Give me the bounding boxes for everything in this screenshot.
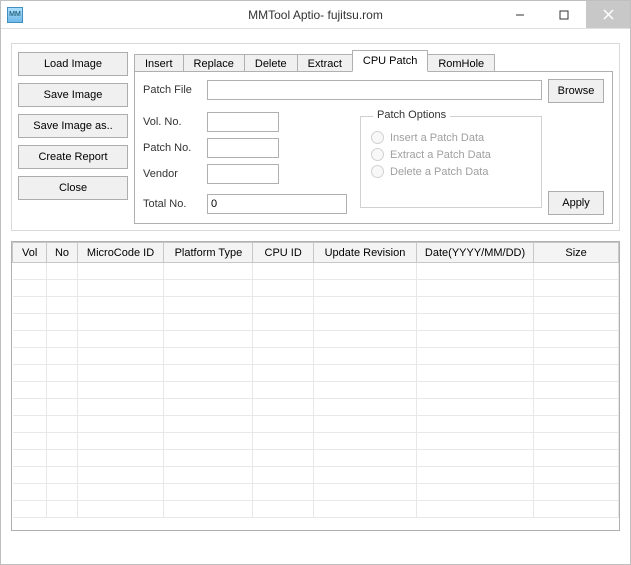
col-cpu-id[interactable]: CPU ID — [253, 243, 314, 263]
vol-no-row: Vol. No. — [143, 112, 279, 132]
vendor-input[interactable] — [207, 164, 279, 184]
table-row[interactable] — [13, 382, 619, 399]
table-header-row: Vol No MicroCode ID Platform Type CPU ID… — [13, 243, 619, 263]
total-no-label: Total No. — [143, 198, 207, 210]
table-row[interactable] — [13, 399, 619, 416]
radio-insert-patch[interactable]: Insert a Patch Data — [371, 131, 531, 144]
radio-delete-label: Delete a Patch Data — [390, 166, 488, 178]
table-row[interactable] — [13, 450, 619, 467]
titlebar: MM MMTool Aptio- fujitsu.rom — [1, 1, 630, 29]
radio-extract-patch[interactable]: Extract a Patch Data — [371, 148, 531, 161]
client-area: Load Image Save Image Save Image as.. Cr… — [1, 29, 630, 541]
patch-no-label: Patch No. — [143, 142, 207, 154]
table-row[interactable] — [13, 365, 619, 382]
save-image-button[interactable]: Save Image — [18, 83, 128, 107]
vol-no-label: Vol. No. — [143, 116, 207, 128]
table-row[interactable] — [13, 331, 619, 348]
table-row[interactable] — [13, 297, 619, 314]
radio-delete-input[interactable] — [371, 165, 384, 178]
patch-file-row: Patch File — [143, 80, 542, 100]
radio-extract-label: Extract a Patch Data — [390, 149, 491, 161]
app-icon: MM — [7, 7, 23, 23]
table-row[interactable] — [13, 467, 619, 484]
close-window-button[interactable] — [586, 1, 630, 28]
patch-options-legend: Patch Options — [373, 109, 450, 121]
close-button[interactable]: Close — [18, 176, 128, 200]
patch-no-row: Patch No. — [143, 138, 279, 158]
table-row[interactable] — [13, 314, 619, 331]
col-microcode-id[interactable]: MicroCode ID — [77, 243, 164, 263]
tab-cpu-patch[interactable]: CPU Patch — [352, 50, 428, 72]
cpu-patch-panel: Patch File Browse Vol. No. Patch No. Ven… — [134, 71, 613, 224]
top-panel: Load Image Save Image Save Image as.. Cr… — [11, 43, 620, 231]
radio-extract-input[interactable] — [371, 148, 384, 161]
col-platform-type[interactable]: Platform Type — [164, 243, 253, 263]
table-row[interactable] — [13, 501, 619, 518]
table-row[interactable] — [13, 263, 619, 280]
radio-insert-input[interactable] — [371, 131, 384, 144]
create-report-button[interactable]: Create Report — [18, 145, 128, 169]
col-no[interactable]: No — [47, 243, 77, 263]
patch-no-input[interactable] — [207, 138, 279, 158]
maximize-button[interactable] — [542, 1, 586, 28]
patch-options-group: Patch Options Insert a Patch Data Extrac… — [360, 116, 542, 208]
total-no-input[interactable] — [207, 194, 347, 214]
table-row[interactable] — [13, 433, 619, 450]
apply-button[interactable]: Apply — [548, 191, 604, 215]
col-size[interactable]: Size — [534, 243, 619, 263]
side-buttons: Load Image Save Image Save Image as.. Cr… — [18, 52, 128, 200]
col-vol[interactable]: Vol — [13, 243, 47, 263]
tab-strip: Insert Replace Delete Extract CPU Patch … — [134, 50, 495, 72]
window-controls — [498, 1, 630, 28]
microcode-table[interactable]: Vol No MicroCode ID Platform Type CPU ID… — [11, 241, 620, 531]
save-image-as-button[interactable]: Save Image as.. — [18, 114, 128, 138]
table-row[interactable] — [13, 280, 619, 297]
load-image-button[interactable]: Load Image — [18, 52, 128, 76]
total-no-row: Total No. — [143, 194, 347, 214]
vol-no-input[interactable] — [207, 112, 279, 132]
vendor-row: Vendor — [143, 164, 279, 184]
radio-insert-label: Insert a Patch Data — [390, 132, 484, 144]
minimize-button[interactable] — [498, 1, 542, 28]
table-row[interactable] — [13, 348, 619, 365]
patch-file-input[interactable] — [207, 80, 542, 100]
table-row[interactable] — [13, 416, 619, 433]
vendor-label: Vendor — [143, 168, 207, 180]
table-body — [13, 263, 619, 518]
browse-button[interactable]: Browse — [548, 79, 604, 103]
patch-file-label: Patch File — [143, 84, 207, 96]
col-update-revision[interactable]: Update Revision — [313, 243, 416, 263]
radio-delete-patch[interactable]: Delete a Patch Data — [371, 165, 531, 178]
col-date[interactable]: Date(YYYY/MM/DD) — [416, 243, 533, 263]
table-row[interactable] — [13, 484, 619, 501]
